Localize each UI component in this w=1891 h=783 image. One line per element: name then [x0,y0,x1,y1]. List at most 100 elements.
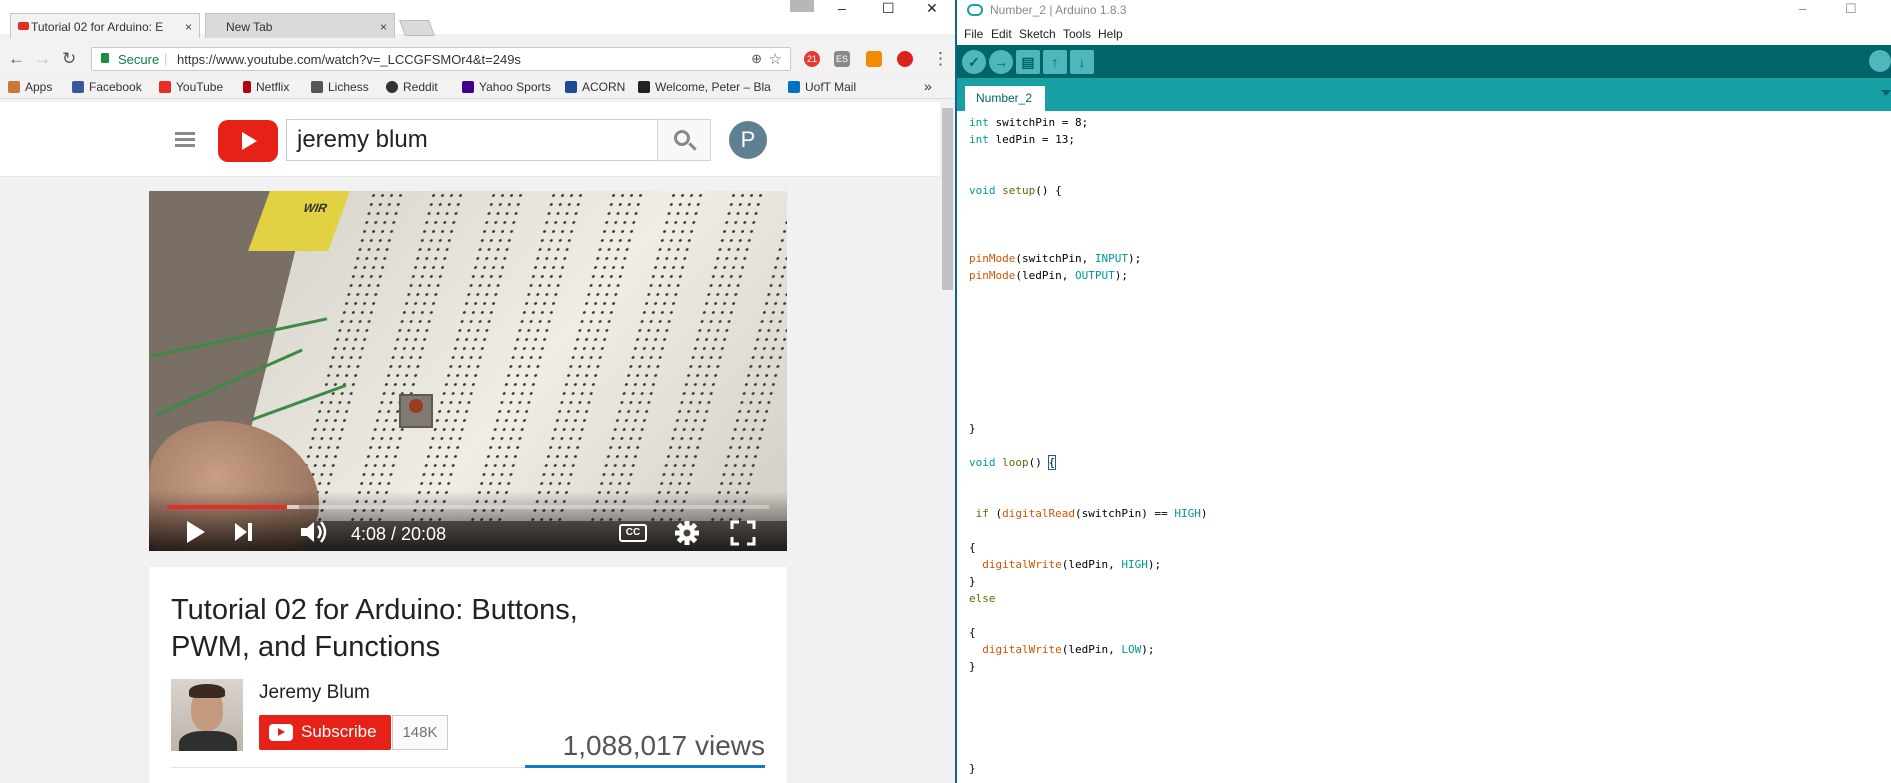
menu-edit[interactable]: Edit [991,27,1012,41]
code-line: pinMode(ledPin, OUTPUT); [969,269,1128,282]
code-line: void setup() { [969,184,1062,197]
extension-camera-icon[interactable] [866,51,882,67]
play-icon[interactable] [185,519,207,545]
settings-gear-icon[interactable] [673,519,701,547]
bookmark-facebook[interactable]: Facebook [72,80,142,94]
bookmark-blackboard[interactable]: Welcome, Peter – Bla [638,80,771,94]
open-sketch-icon[interactable]: ↑ [1043,50,1067,74]
code-line: } [969,575,976,588]
maximize-button[interactable]: ☐ [882,0,895,18]
code-line: { [969,626,976,639]
minimize-button[interactable]: – [1799,1,1806,16]
extension-record-icon[interactable] [897,51,913,67]
progress-bar[interactable] [167,505,769,509]
bookmark-yahoo-sports[interactable]: Yahoo Sports [462,80,551,94]
code-line: } [969,762,976,775]
fullscreen-icon[interactable] [729,519,757,547]
code-line: } [969,660,976,673]
back-icon[interactable]: ← [8,49,25,69]
extension-badge-icon[interactable]: 21 [804,51,820,67]
play-triangle-icon [242,132,257,150]
code-line: digitalWrite(ledPin, LOW); [982,643,1155,656]
bookmark-netflix[interactable]: Netflix [243,80,289,94]
new-tab-button[interactable] [399,20,435,36]
serial-monitor-icon[interactable] [1869,50,1891,72]
maximize-button[interactable]: ☐ [1845,1,1857,17]
menu-help[interactable]: Help [1098,27,1123,41]
search-button[interactable] [657,119,711,161]
code-line: if (digitalRead(switchPin) == HIGH) [975,507,1208,520]
subscribe-button[interactable]: Subscribe [259,715,391,750]
address-bar[interactable]: Secure | https://www.youtube.com/watch?v… [91,47,791,71]
close-button[interactable]: ✕ [926,0,938,18]
tab-new-tab[interactable]: New Tab × [205,13,395,38]
bookmark-youtube[interactable]: YouTube [159,80,223,94]
wire-box-label: WIR [301,201,330,215]
magnifier-icon[interactable]: ⊕ [751,51,762,67]
chrome-menu-icon[interactable]: ⋮ [932,49,949,69]
channel-avatar[interactable] [171,679,243,751]
youtube-logo[interactable] [218,120,278,162]
tab-number-2[interactable]: Number_2 [965,86,1045,111]
page-scrollbar[interactable] [940,102,955,783]
bookmark-apps[interactable]: Apps [8,80,52,94]
hamburger-menu-icon[interactable] [175,132,195,148]
tab-close-icon[interactable]: × [185,20,192,34]
new-sketch-icon[interactable]: ▤ [1016,50,1040,74]
lock-icon [101,53,109,63]
tab-close-icon[interactable]: × [380,20,387,34]
menu-tools[interactable]: Tools [1063,27,1091,41]
tab-youtube-video[interactable]: Tutorial 02 for Arduino: E × [10,13,200,38]
bookmark-lichess[interactable]: Lichess [311,80,369,94]
subscriber-count: 148K [392,715,448,750]
bookmarks-overflow-icon[interactable]: » [924,78,932,94]
lichess-icon [311,81,323,93]
subscribe-label: Subscribe [301,722,377,741]
arduino-tab-bar: Number_2 [957,78,1891,111]
search-query: jeremy blum [297,126,428,153]
search-input[interactable]: jeremy blum [286,119,658,161]
arduino-menubar: File Edit Sketch Tools Help [957,24,1891,44]
account-avatar[interactable]: P [729,121,767,159]
outlook-icon [788,81,800,93]
extension-es-label: ES [835,54,848,64]
buffered-progress [287,505,300,509]
facebook-icon [72,81,84,93]
extension-es-icon[interactable]: ES [834,51,850,67]
volume-icon[interactable] [299,519,329,545]
apps-grid-icon [8,81,20,93]
minimize-button[interactable]: – [838,0,846,18]
tab-label: Tutorial 02 for Arduino: E [31,20,164,34]
bookmark-reddit[interactable]: Reddit [386,80,438,94]
youtube-masthead: jeremy blum P [0,102,940,177]
code-line: int ledPin = 13; [969,133,1075,146]
captions-icon[interactable]: CC [619,524,647,542]
video-player[interactable]: WIR 4:08 / 20:08 CC [149,191,787,551]
next-icon[interactable] [233,519,255,545]
code-editor[interactable]: int switchPin = 8; int ledPin = 13; void… [957,111,1891,783]
arduino-window-title: Number_2 | Arduino 1.8.3 [990,3,1127,17]
tab-menu-chevron-down-icon[interactable] [1881,90,1891,96]
menu-file[interactable]: File [964,27,983,41]
verify-icon[interactable]: ✓ [962,50,986,74]
url-text[interactable]: https://www.youtube.com/watch?v=_LCCGFSM… [177,52,521,67]
forward-icon[interactable]: → [34,49,51,69]
like-ratio-bar [525,765,765,768]
save-sketch-icon[interactable]: ↓ [1070,50,1094,74]
captions-label: CC [625,527,641,538]
upload-icon[interactable]: → [989,50,1013,74]
code-line: digitalWrite(ledPin, HIGH); [982,558,1162,571]
channel-name[interactable]: Jeremy Blum [259,682,370,704]
played-progress [167,505,288,509]
profile-icon[interactable] [790,0,814,12]
code-line: int switchPin = 8; [969,116,1089,129]
menu-sketch[interactable]: Sketch [1019,27,1056,41]
player-controls: 4:08 / 20:08 CC [149,491,787,551]
code-line: pinMode(switchPin, INPUT); [969,252,1142,265]
reload-icon[interactable]: ↻ [62,49,76,69]
pushbutton-component [399,394,433,428]
bookmark-acorn[interactable]: ACORN [565,80,625,94]
scrollbar-thumb[interactable] [942,108,953,290]
bookmark-uoft-mail[interactable]: UofT Mail [788,80,856,94]
bookmark-star-icon[interactable]: ☆ [769,50,782,68]
